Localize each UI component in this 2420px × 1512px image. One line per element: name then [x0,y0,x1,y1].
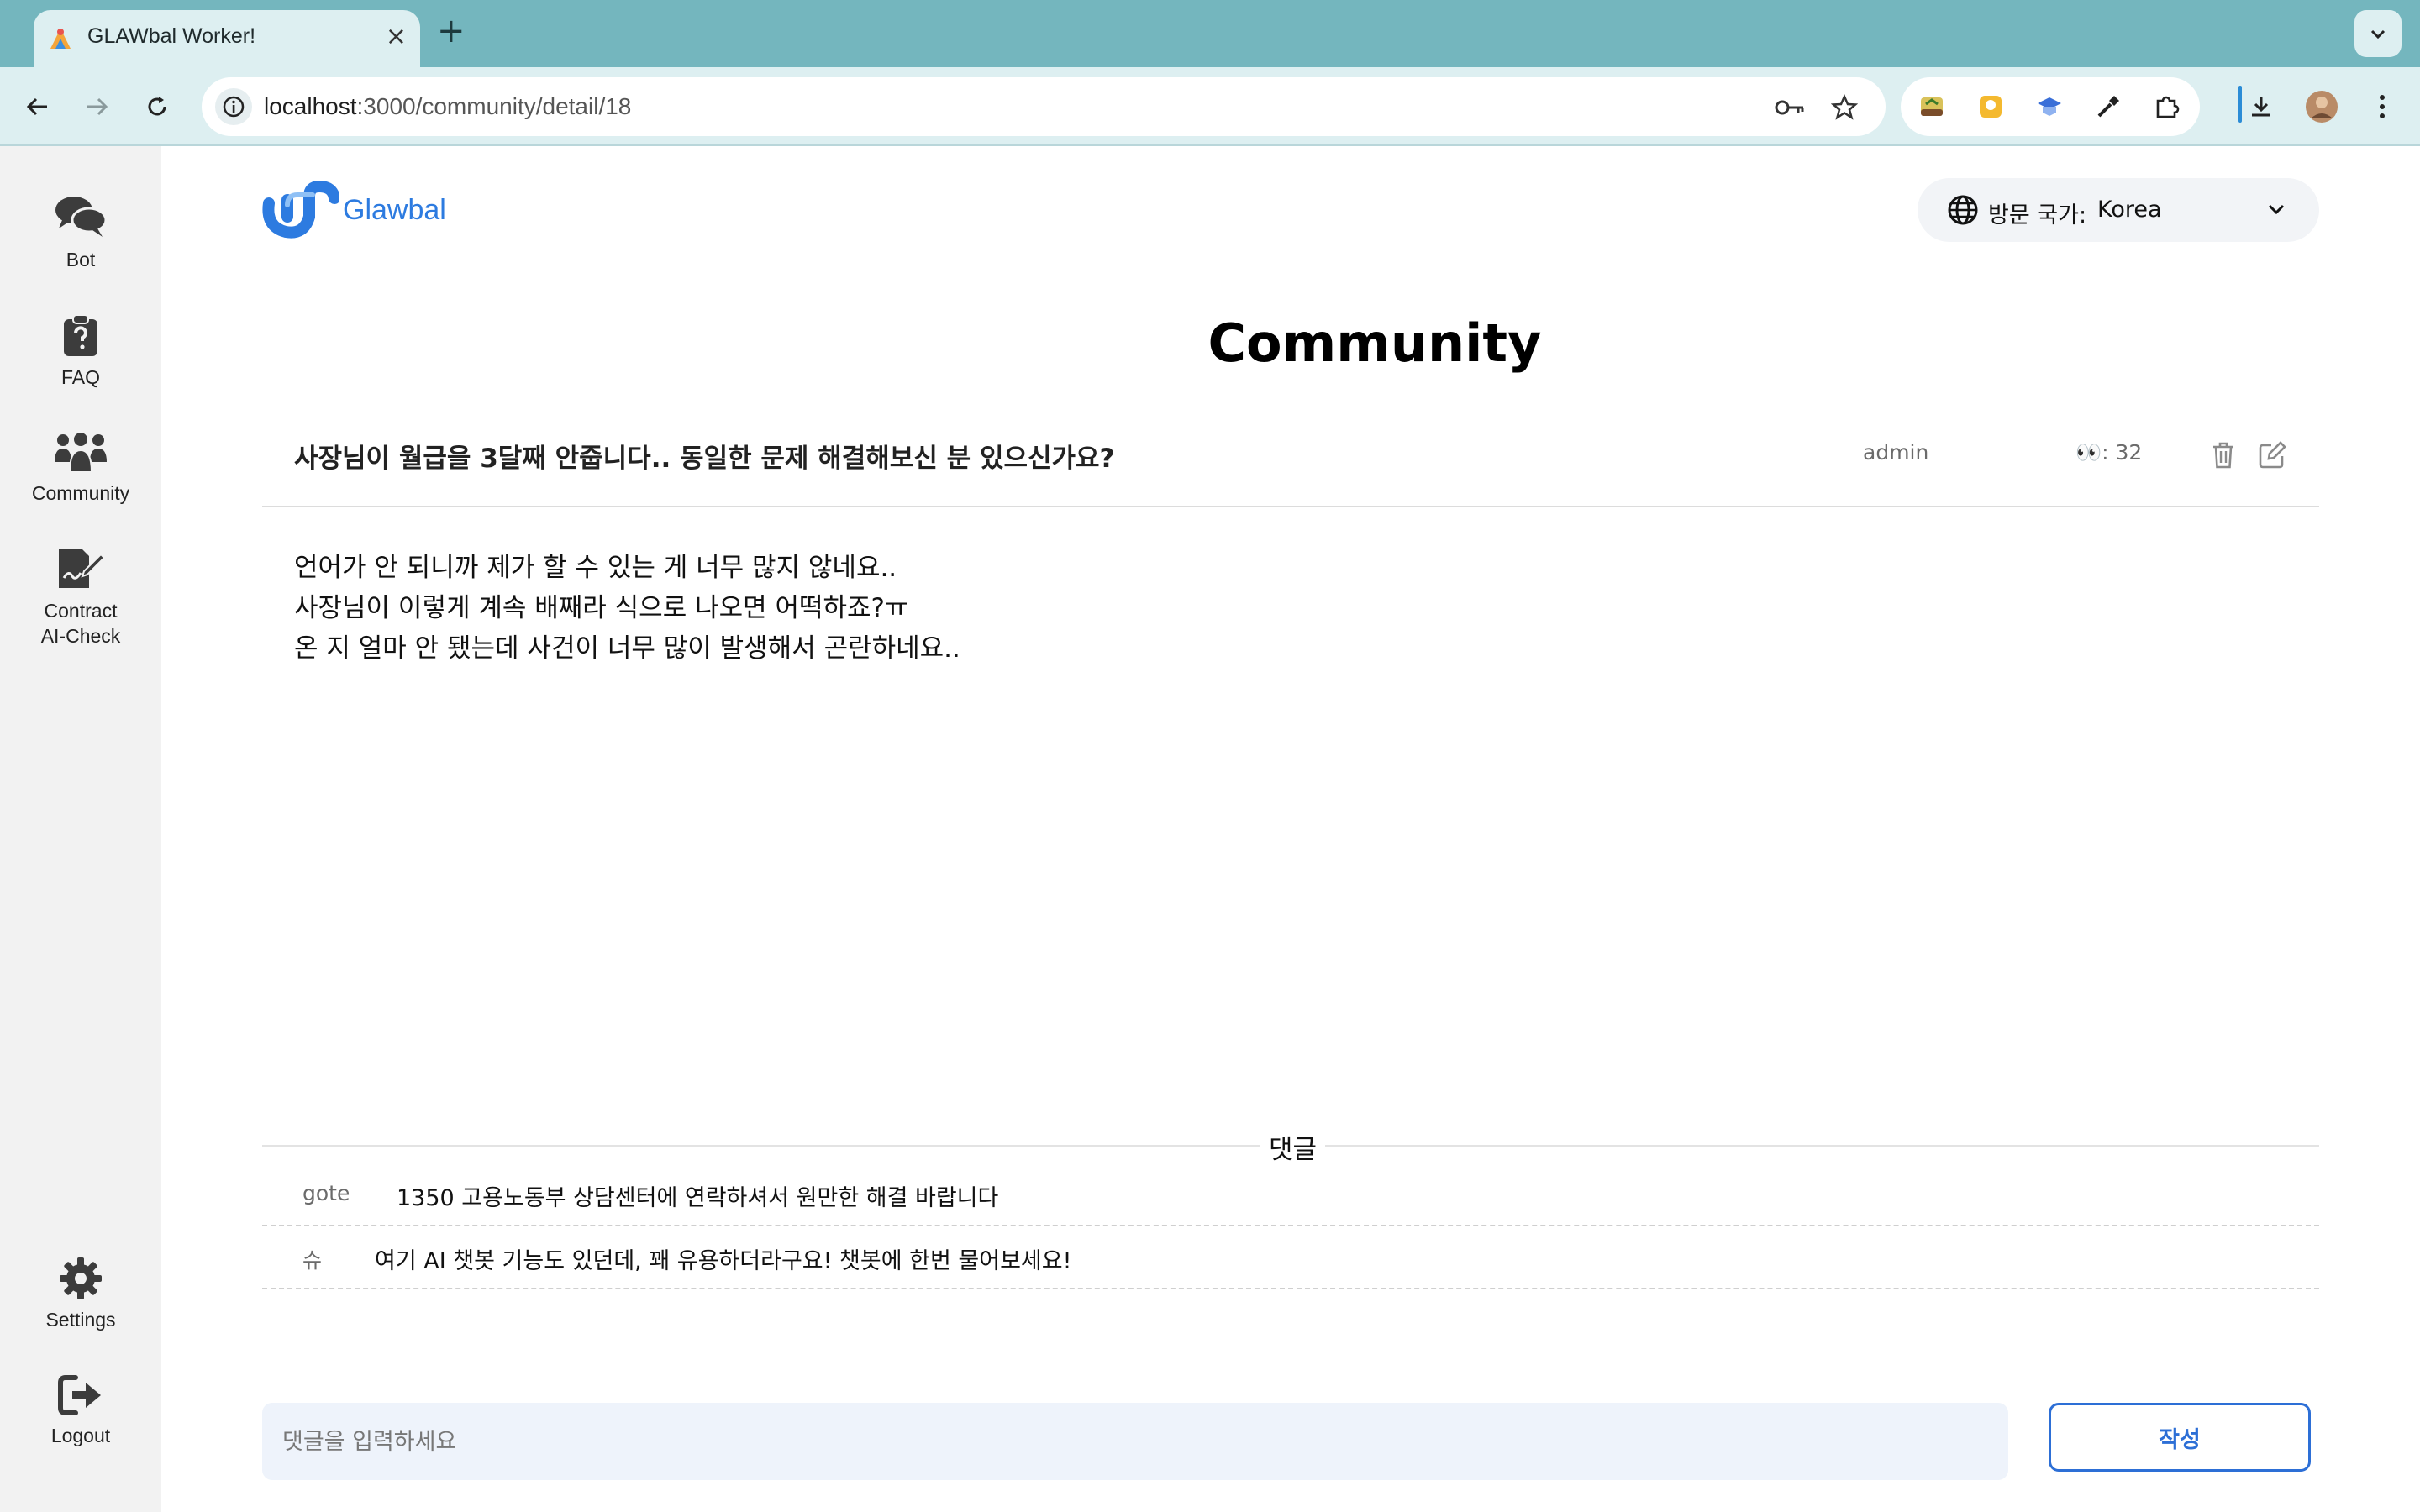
sidebar: Bot FAQ Community Contract AI-Check Sett… [0,146,161,1512]
key-icon[interactable] [1773,91,1807,124]
comment-item: gote 1350 고용노동부 상담센터에 연락하셔서 원만한 해결 바랍니다 [262,1164,2319,1226]
eyedropper-icon[interactable] [2091,89,2126,124]
glawbal-logo-icon [262,180,339,239]
logo[interactable]: Glawbal [262,180,446,240]
download-icon [2252,97,2270,117]
extensions-group [1901,77,2200,136]
browser-tab-bar: GLAWbal Worker! × + [0,0,2420,69]
clipboard-question-icon [64,314,97,356]
new-tab-icon[interactable]: + [437,12,466,50]
logout-icon [58,1375,101,1415]
chat-bubbles-icon [55,197,108,237]
country-value: Korea [2097,197,2162,223]
globe-icon [1948,195,1978,225]
back-button[interactable] [17,86,59,128]
comment-author: gote [302,1181,350,1205]
browser-toolbar: localhost:3000/community/detail/18 [0,67,2420,146]
comment-text: 여기 AI 챗봇 기능도 있던데, 꽤 유용하더라구요! 챗봇에 한번 물어보세… [375,1248,1072,1274]
post-body-line: 언어가 안 되니까 제가 할 수 있는 게 너무 많지 않네요.. [294,553,897,583]
delete-post-button[interactable] [2207,438,2240,472]
sidebar-item-bot[interactable]: Bot [0,193,161,272]
profile-avatar[interactable] [2301,86,2343,128]
post-title: 사장님이 월급을 3달째 안줍니다.. 동일한 문제 해결해보신 분 있으신가요… [294,444,1115,474]
bookmark-star-icon[interactable] [1828,91,1861,124]
post-body: 언어가 안 되니까 제가 할 수 있는 게 너무 많지 않네요.. 사장님이 이… [294,548,960,669]
comment-item: 슈 여기 AI 챗봇 기능도 있던데, 꽤 유용하더라구요! 챗봇에 한번 물어… [262,1227,2319,1289]
page-title: Community [1207,312,1542,374]
arrow-left-icon [26,97,47,116]
edit-icon [2259,441,2286,469]
avatar [2306,91,2338,123]
extension-cap-icon[interactable] [2032,89,2067,124]
sidebar-item-logout[interactable]: Logout [0,1374,161,1448]
extensions-puzzle-icon[interactable] [2149,89,2185,124]
more-vert-icon [2380,95,2385,118]
post-body-line: 사장님이 이렇게 계속 배째라 식으로 나오면 어떡하죠?ㅠ [294,593,909,623]
reload-button[interactable] [136,86,178,128]
contract-signature-icon [59,549,106,588]
extension-note-icon[interactable] [1973,89,2008,124]
close-tab-icon[interactable]: × [386,20,407,54]
country-label: 방문 국가: [1988,202,2087,228]
sidebar-item-community[interactable]: Community [0,432,161,506]
reload-icon [148,97,166,116]
browser-tab[interactable]: GLAWbal Worker! × [34,10,420,69]
arrow-right-icon [87,97,108,116]
gear-icon [60,1257,102,1299]
tab-search-button[interactable] [2354,10,2402,57]
submit-comment-button[interactable]: 작성 [2049,1403,2311,1472]
comment-input[interactable] [262,1403,2008,1480]
chevron-down-icon [2370,29,2386,39]
sidebar-item-contract-ai-check[interactable]: Contract AI-Check [0,546,161,648]
favicon-icon [50,29,71,49]
url-text: localhost:3000/community/detail/18 [264,93,632,119]
tab-title: GLAWbal Worker! [87,24,256,48]
forward-button[interactable] [76,86,118,128]
comments-heading: 댓글 [1260,1128,1326,1166]
post-body-line: 온 지 얼마 안 됐는데 사건이 너무 많이 발생해서 곤란하네요.. [294,633,960,664]
comment-text: 1350 고용노동부 상담센터에 연락하셔서 원만한 해결 바랍니다 [397,1185,999,1211]
people-group-icon [55,433,107,473]
sidebar-item-faq[interactable]: FAQ [0,314,161,390]
edit-post-button[interactable] [2255,438,2289,472]
post-divider [262,506,2319,507]
site-info-icon[interactable] [215,88,252,125]
comment-author: 슈 [302,1248,323,1273]
address-bar[interactable]: localhost:3000/community/detail/18 [202,77,1886,136]
extension-bowl-icon[interactable] [1914,89,1949,124]
post-author: admin [1863,440,1929,465]
download-button[interactable] [2240,86,2282,128]
country-select[interactable]: 방문 국가: Korea [1918,178,2319,242]
trash-icon [2213,442,2233,469]
sidebar-item-settings[interactable]: Settings [0,1257,161,1332]
chevron-down-icon [2268,204,2285,215]
post-view-count: 👀: 32 [2075,440,2143,465]
logo-text: Glawbal [343,193,446,226]
browser-menu-button[interactable] [2361,86,2403,128]
